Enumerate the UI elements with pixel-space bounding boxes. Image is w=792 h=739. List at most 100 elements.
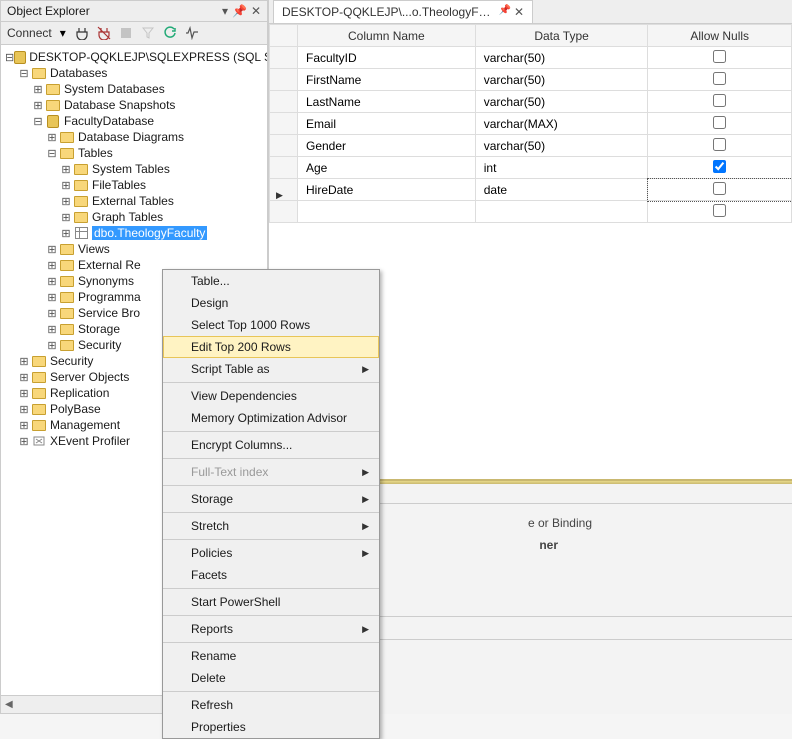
menu-script-table-as[interactable]: Script Table as▶: [163, 358, 379, 380]
cell-allow-nulls[interactable]: [648, 113, 792, 135]
tree-theology-faculty-table[interactable]: ⊞dbo.TheologyFaculty: [1, 225, 267, 241]
allow-nulls-checkbox[interactable]: [713, 116, 726, 129]
cell-allow-nulls[interactable]: [648, 91, 792, 113]
cell-data-type[interactable]: varchar(50): [475, 91, 648, 113]
menu-facets[interactable]: Facets: [163, 564, 379, 586]
stop-icon[interactable]: [118, 25, 134, 41]
activity-icon[interactable]: [184, 25, 200, 41]
cell-data-type[interactable]: varchar(MAX): [475, 113, 648, 135]
menu-new-table[interactable]: Table...: [163, 270, 379, 292]
tab-title: DESKTOP-QQKLEJP\...o.TheologyFaculty: [282, 5, 492, 19]
menu-design[interactable]: Design: [163, 292, 379, 314]
chevron-right-icon: ▶: [362, 364, 369, 375]
dropdown-icon[interactable]: ▾: [222, 4, 228, 18]
connect-dropdown-icon[interactable]: ▾: [60, 26, 66, 40]
menu-policies[interactable]: Policies▶: [163, 542, 379, 564]
cell-column-name[interactable]: Gender: [298, 135, 476, 157]
tree-databases[interactable]: ⊟Databases: [1, 65, 267, 81]
menu-edit-top-200[interactable]: Edit Top 200 Rows: [163, 336, 379, 358]
scroll-left-icon[interactable]: ◀: [5, 699, 13, 710]
chevron-right-icon: ▶: [362, 521, 369, 532]
chevron-right-icon: ▶: [362, 548, 369, 559]
cell-column-name[interactable]: FacultyID: [298, 47, 476, 69]
menu-storage[interactable]: Storage▶: [163, 488, 379, 510]
row-header: [270, 25, 298, 47]
tree-views[interactable]: ⊞Views: [1, 241, 267, 257]
close-icon[interactable]: ✕: [251, 4, 261, 18]
cell-column-name[interactable]: Age: [298, 157, 476, 179]
cell-column-name[interactable]: LastName: [298, 91, 476, 113]
table-row[interactable]: LastName varchar(50): [270, 91, 792, 113]
menu-view-dependencies[interactable]: View Dependencies: [163, 385, 379, 407]
filter-icon[interactable]: [140, 25, 156, 41]
explorer-title: Object Explorer: [7, 4, 90, 18]
menu-full-text-index: Full-Text index▶: [163, 461, 379, 483]
allow-nulls-checkbox[interactable]: [713, 94, 726, 107]
table-context-menu: Table... Design Select Top 1000 Rows Edi…: [162, 269, 380, 739]
cell-allow-nulls[interactable]: [648, 69, 792, 91]
menu-delete[interactable]: Delete: [163, 667, 379, 689]
cell-data-type[interactable]: varchar(50): [475, 47, 648, 69]
col-allow-nulls[interactable]: Allow Nulls: [648, 25, 792, 47]
table-row[interactable]: FirstName varchar(50): [270, 69, 792, 91]
pin-icon[interactable]: 📌: [232, 4, 247, 18]
menu-reports[interactable]: Reports▶: [163, 618, 379, 640]
explorer-header: Object Explorer ▾ 📌 ✕: [1, 1, 267, 22]
tree-faculty-database[interactable]: ⊟FacultyDatabase: [1, 113, 267, 129]
cell-data-type[interactable]: int: [475, 157, 648, 179]
refresh-icon[interactable]: [162, 25, 178, 41]
cell-allow-nulls[interactable]: [648, 135, 792, 157]
tab-theology-faculty[interactable]: DESKTOP-QQKLEJP\...o.TheologyFaculty 📌 ✕: [273, 0, 533, 23]
allow-nulls-checkbox[interactable]: [713, 204, 726, 217]
menu-memory-optimization[interactable]: Memory Optimization Advisor: [163, 407, 379, 429]
table-row[interactable]: Email varchar(MAX): [270, 113, 792, 135]
cell-allow-nulls[interactable]: [648, 179, 792, 201]
chevron-right-icon: ▶: [362, 494, 369, 505]
allow-nulls-checkbox[interactable]: [713, 50, 726, 63]
cell-data-type[interactable]: date: [475, 179, 648, 201]
menu-rename[interactable]: Rename: [163, 645, 379, 667]
tree-tables[interactable]: ⊟Tables: [1, 145, 267, 161]
allow-nulls-checkbox[interactable]: [713, 160, 726, 173]
tree-system-databases[interactable]: ⊞System Databases: [1, 81, 267, 97]
menu-select-top-1000[interactable]: Select Top 1000 Rows: [163, 314, 379, 336]
tree-database-diagrams[interactable]: ⊞Database Diagrams: [1, 129, 267, 145]
tree-file-tables[interactable]: ⊞FileTables: [1, 177, 267, 193]
plug-icon[interactable]: [74, 25, 90, 41]
tree-system-tables[interactable]: ⊞System Tables: [1, 161, 267, 177]
cell-column-name[interactable]: HireDate: [298, 179, 476, 201]
tree-graph-tables[interactable]: ⊞Graph Tables: [1, 209, 267, 225]
menu-encrypt-columns[interactable]: Encrypt Columns...: [163, 434, 379, 456]
col-data-type[interactable]: Data Type: [475, 25, 648, 47]
cell-data-type[interactable]: varchar(50): [475, 135, 648, 157]
table-row-empty[interactable]: [270, 201, 792, 223]
chevron-right-icon: ▶: [362, 624, 369, 635]
allow-nulls-checkbox[interactable]: [713, 182, 726, 195]
allow-nulls-checkbox[interactable]: [713, 72, 726, 85]
pin-icon[interactable]: 📌: [498, 5, 510, 19]
table-row[interactable]: HireDate date: [270, 179, 792, 201]
unplug-icon[interactable]: [96, 25, 112, 41]
cell-allow-nulls[interactable]: [648, 157, 792, 179]
tree-database-snapshots[interactable]: ⊞Database Snapshots: [1, 97, 267, 113]
menu-start-powershell[interactable]: Start PowerShell: [163, 591, 379, 613]
tree-external-tables[interactable]: ⊞External Tables: [1, 193, 267, 209]
connect-button[interactable]: Connect: [7, 26, 52, 40]
chevron-right-icon: ▶: [362, 467, 369, 478]
cell-data-type[interactable]: varchar(50): [475, 69, 648, 91]
menu-stretch[interactable]: Stretch▶: [163, 515, 379, 537]
col-column-name[interactable]: Column Name: [298, 25, 476, 47]
menu-properties[interactable]: Properties: [163, 716, 379, 738]
table-row[interactable]: Gender varchar(50): [270, 135, 792, 157]
cell-allow-nulls[interactable]: [648, 47, 792, 69]
tree-server-root[interactable]: ⊟DESKTOP-QQKLEJP\SQLEXPRESS (SQL Server.…: [1, 49, 267, 65]
table-row[interactable]: Age int: [270, 157, 792, 179]
menu-refresh[interactable]: Refresh: [163, 694, 379, 716]
cell-column-name[interactable]: FirstName: [298, 69, 476, 91]
table-row[interactable]: FacultyID varchar(50): [270, 47, 792, 69]
cell-column-name[interactable]: Email: [298, 113, 476, 135]
explorer-toolbar: Connect ▾: [1, 22, 267, 45]
tab-bar: DESKTOP-QQKLEJP\...o.TheologyFaculty 📌 ✕: [269, 0, 792, 24]
close-icon[interactable]: ✕: [514, 5, 524, 19]
allow-nulls-checkbox[interactable]: [713, 138, 726, 151]
